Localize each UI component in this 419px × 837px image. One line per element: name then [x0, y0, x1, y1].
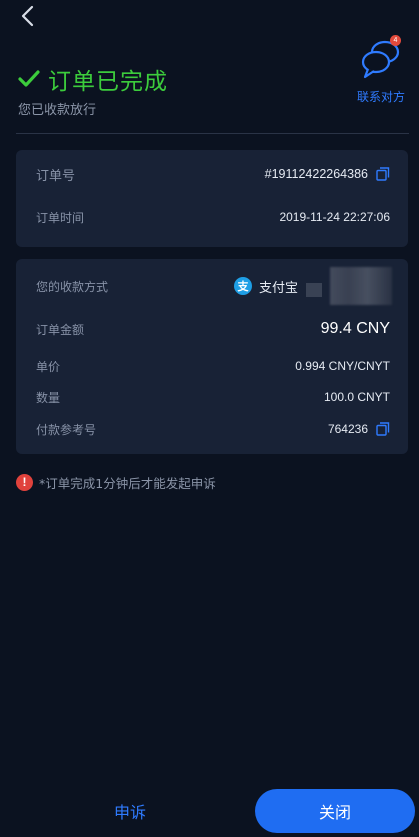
- appeal-notice: ! *订单完成1分钟后才能发起申诉: [16, 473, 216, 492]
- status-title: 订单已完成: [48, 69, 168, 95]
- appeal-notice-text: *订单完成1分钟后才能发起申诉: [39, 476, 216, 491]
- order-amount-value: 99.4 CNY: [320, 320, 390, 337]
- order-amount-label: 订单金额: [36, 322, 85, 337]
- payment-reference-value-wrap: 764236: [328, 422, 390, 436]
- payment-method-row: 您的收款方式 支 支付宝: [36, 275, 298, 297]
- redacted-account: [306, 283, 322, 297]
- order-number-row: 订单号 #19112422264386: [36, 162, 390, 186]
- warning-icon: !: [16, 474, 33, 491]
- copy-icon[interactable]: [376, 422, 390, 436]
- quantity-value: 100.0 CNYT: [323, 390, 390, 404]
- order-number-label: 订单号: [36, 168, 76, 184]
- payment-reference-value: 764236: [327, 422, 368, 436]
- status-subtitle: 您已收款放行: [18, 103, 97, 118]
- back-button[interactable]: [12, 4, 42, 28]
- order-time-row: 订单时间 2019-11-24 22:27:06: [36, 206, 390, 228]
- order-time-value: 2019-11-24 22:27:06: [279, 210, 390, 224]
- unit-price-row: 单价 0.994 CNY/CNYT: [36, 355, 390, 377]
- payment-method-label: 您的收款方式: [36, 279, 109, 294]
- payment-reference-label: 付款参考号: [36, 422, 97, 437]
- contact-counterparty-button[interactable]: 4 联系对方: [353, 35, 409, 105]
- unread-badge: 4: [390, 35, 401, 46]
- order-info-card: 订单号 #19112422264386 订单时间 2019-11-24 22:2…: [16, 150, 408, 247]
- appeal-button[interactable]: 申诉: [70, 789, 190, 833]
- quantity-label: 数量: [36, 390, 61, 405]
- unit-price-value: 0.994 CNY/CNYT: [295, 359, 390, 373]
- unit-price-label: 单价: [36, 359, 61, 374]
- payment-info-card: 您的收款方式 支 支付宝 订单金额 99.4 CNY 单价 0.994 CNY/…: [16, 259, 408, 454]
- close-button[interactable]: 关闭: [255, 789, 415, 833]
- order-number-value: #19112422264386: [264, 167, 368, 181]
- copy-icon[interactable]: [376, 167, 390, 181]
- alipay-icon: 支: [233, 277, 252, 295]
- order-amount-row: 订单金额 99.4 CNY: [36, 317, 390, 341]
- order-status: 订单已完成: [18, 62, 168, 96]
- order-time-label: 订单时间: [36, 210, 85, 225]
- divider: [16, 133, 409, 134]
- contact-label: 联系对方: [356, 90, 405, 104]
- payment-reference-row: 付款参考号 764236: [36, 418, 390, 440]
- chevron-left-icon: [21, 5, 34, 27]
- order-number-value-wrap: #19112422264386: [265, 167, 390, 181]
- contact-icon-wrap: 4: [359, 35, 403, 82]
- alipay-method: 支 支付宝: [233, 277, 298, 296]
- redacted-qr: [330, 267, 392, 305]
- quantity-row: 数量 100.0 CNYT: [36, 386, 390, 408]
- alipay-name: 支付宝: [258, 280, 298, 296]
- check-icon: [18, 70, 40, 87]
- order-detail-page: 订单已完成 您已收款放行 4 联系对方 订单号 #19112422264386: [0, 0, 419, 837]
